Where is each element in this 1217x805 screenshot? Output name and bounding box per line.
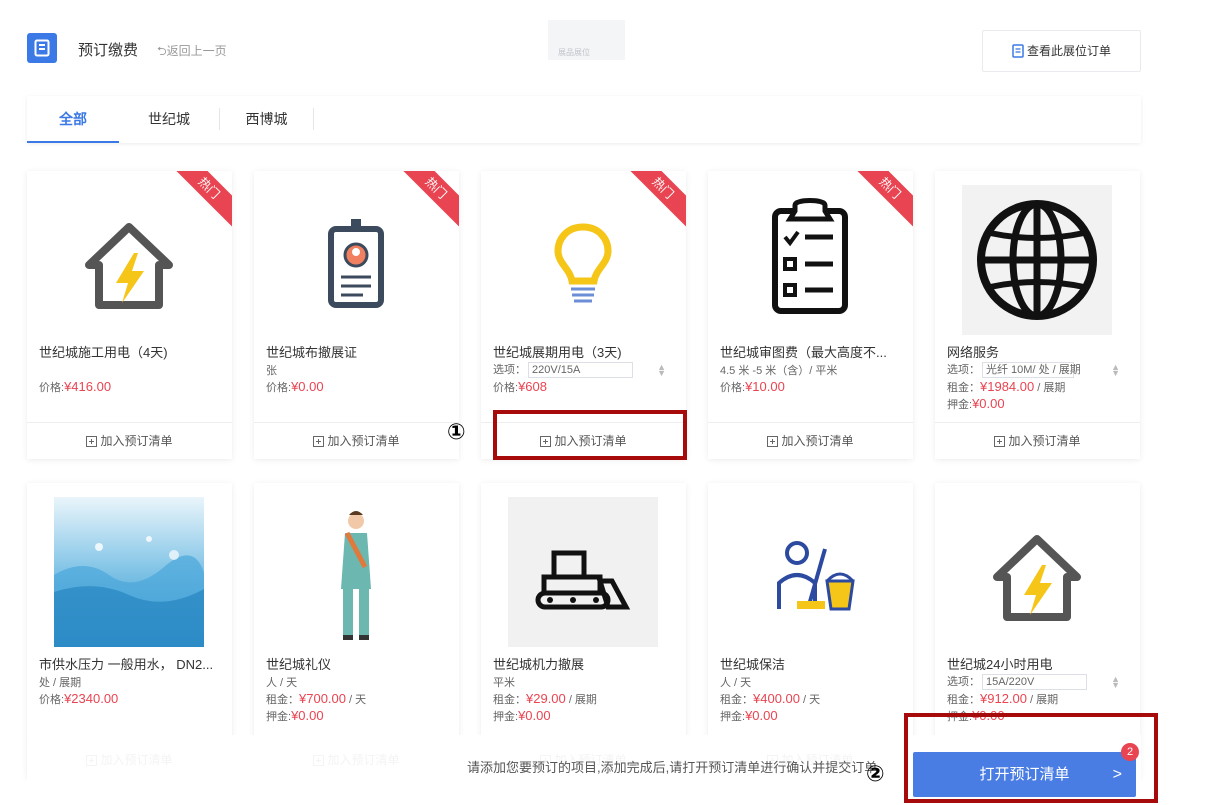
product-unit: 处 / 展期 <box>39 677 82 689</box>
option-select[interactable]: 220V/15A <box>528 362 633 379</box>
product-name: 市供水压力 一般用水， DN2... <box>39 657 214 672</box>
product-rent: ¥400.00 <box>753 691 800 706</box>
id-badge-icon <box>328 219 384 308</box>
product-card: 热门 世纪城布撤展证 张 价格:¥0.00 加入预订清单 <box>254 171 459 459</box>
product-deposit: ¥0.00 <box>291 708 324 723</box>
tab-divider <box>313 108 314 130</box>
annotation-box-2 <box>904 713 1158 803</box>
house-lightning-icon <box>85 223 173 309</box>
product-unit: 4.5 米 -5 米（含）/ 平米 <box>720 365 838 377</box>
product-card: 世纪城保洁 人 / 天 租金：¥400.00 / 天 押金:¥0.00 加入预订… <box>708 483 913 778</box>
plus-box-icon <box>994 436 1006 447</box>
product-name: 世纪城审图费（最大高度不... <box>720 345 887 360</box>
add-to-list-button[interactable]: 加入预订清单 <box>935 422 1140 459</box>
product-unit: 人 / 天 <box>266 677 298 689</box>
annotation-number-1: ① <box>447 420 466 445</box>
product-unit: 人 / 天 <box>720 677 752 689</box>
cleaner-icon <box>777 541 855 611</box>
plus-box-icon <box>313 436 325 447</box>
product-card: 热门 世纪城施工用电（4天) 价格:¥416.00 加入预订清单 <box>27 171 232 459</box>
house-lightning-icon <box>993 535 1081 621</box>
product-card: 网络服务 选项： 光纤 10M/ 处 / 展期 ▲ ▼ 租金：¥1984.00 / … <box>935 171 1140 459</box>
add-to-list-button[interactable]: 加入预订清单 <box>254 422 459 459</box>
venue-tabs: 全部 世纪城 西博城 <box>27 96 1141 143</box>
product-deposit: ¥0.00 <box>745 708 778 723</box>
hostess-icon <box>341 511 371 640</box>
product-name: 世纪城展期用电（3天) <box>493 345 622 360</box>
product-rent: ¥29.00 <box>526 691 566 706</box>
product-rent: ¥1984.00 <box>980 379 1035 394</box>
product-name: 世纪城机力撤展 <box>493 657 585 672</box>
add-to-list-button[interactable]: 加入预订清单 <box>708 422 913 459</box>
product-price: ¥0.00 <box>291 379 324 394</box>
annotation-number-2: ② <box>866 762 885 787</box>
booth-label: 展品展位 <box>548 20 625 60</box>
view-booth-orders-button[interactable]: 查看此展位订单 <box>982 30 1141 72</box>
instruction-text: 请添加您要预订的项目,添加完成后,请打开预订清单进行确认并提交订单 <box>467 760 878 775</box>
page-title: 预订缴费 <box>78 42 139 59</box>
bulldozer-icon <box>508 497 658 647</box>
product-name: 世纪城礼仪 <box>266 657 332 672</box>
tab-all[interactable]: 全部 <box>27 96 119 143</box>
order-doc-icon <box>27 33 57 63</box>
product-price: ¥2340.00 <box>64 691 119 706</box>
product-card: 热门 世纪城审图费（最大高度不... 4.5 米 -5 米（含）/ 平米 价格:… <box>708 171 913 459</box>
product-price: ¥10.00 <box>745 379 785 394</box>
product-price: ¥416.00 <box>64 379 112 394</box>
tab-xibo-city[interactable]: 西博城 <box>220 96 313 143</box>
annotation-box-1 <box>493 410 687 460</box>
globe-icon <box>962 185 1112 335</box>
option-spinner-icon[interactable]: ▲ ▼ <box>657 363 666 378</box>
option-spinner-icon[interactable]: ▲ ▼ <box>1111 363 1120 378</box>
clipboard-checklist-icon <box>772 198 848 314</box>
product-unit: 张 <box>266 365 277 377</box>
product-rent: ¥700.00 <box>299 691 346 706</box>
product-name: 世纪城24小时用电 <box>947 657 1053 672</box>
product-card: 世纪城机力撤展 平米 租金：¥29.00 / 展期 押金:¥0.00 加入预订清… <box>481 483 686 778</box>
product-deposit: ¥0.00 <box>518 708 551 723</box>
product-name: 网络服务 <box>947 345 1000 360</box>
back-link[interactable]: ⮌返回上一页 <box>157 42 227 63</box>
product-card: 世纪城礼仪 人 / 天 租金：¥700.00 / 天 押金:¥0.00 加入预订… <box>254 483 459 778</box>
product-price: ¥608 <box>518 379 547 394</box>
plus-box-icon <box>767 436 779 447</box>
option-select[interactable]: 光纤 10M/ 处 / 展期 <box>982 362 1081 379</box>
plus-box-icon <box>86 436 98 447</box>
option-spinner-icon[interactable]: ▲ ▼ <box>1111 675 1120 690</box>
page-header: 预订缴费 ⮌返回上一页 展品展位 查看此展位订单 <box>27 20 1141 72</box>
lightbulb-icon <box>554 223 612 303</box>
product-name: 世纪城布撤展证 <box>266 345 358 360</box>
water-splash-image <box>54 497 204 647</box>
document-icon <box>1012 44 1024 58</box>
add-to-list-button[interactable]: 加入预订清单 <box>27 422 232 459</box>
tab-century-city[interactable]: 世纪城 <box>119 96 219 143</box>
product-unit: 平米 <box>493 677 515 689</box>
product-deposit: ¥0.00 <box>972 396 1005 411</box>
product-name: 世纪城施工用电（4天) <box>39 345 168 360</box>
product-rent: ¥912.00 <box>980 691 1027 706</box>
product-card: 市供水压力 一般用水， DN2... 处 / 展期 价格:¥2340.00 加入… <box>27 483 232 778</box>
product-name: 世纪城保洁 <box>720 657 786 672</box>
option-select[interactable]: 15A/220V <box>982 674 1087 691</box>
